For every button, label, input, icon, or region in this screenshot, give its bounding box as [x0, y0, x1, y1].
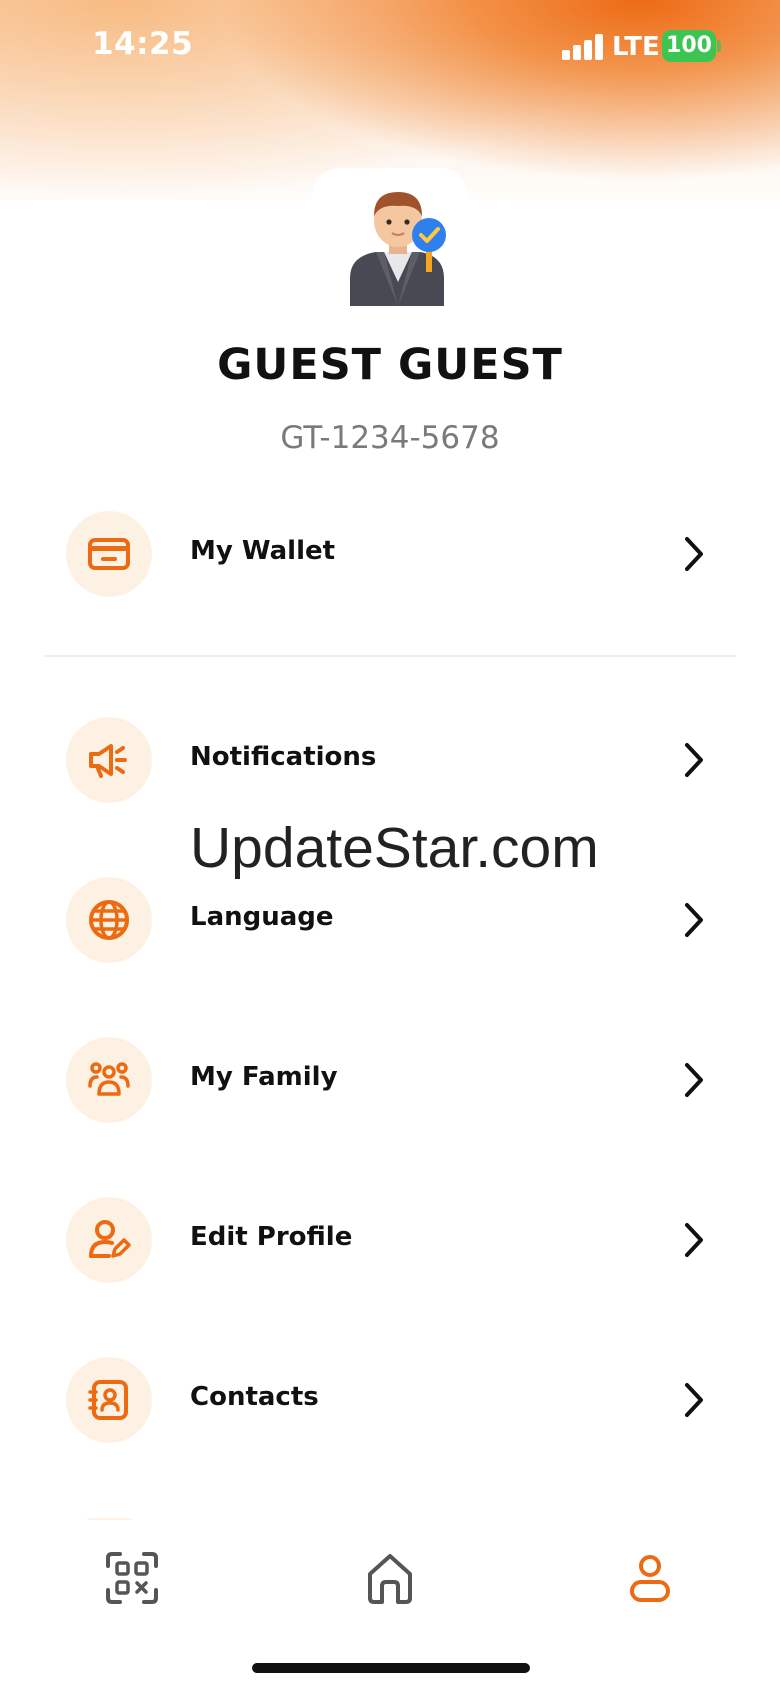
- chevron-right-icon: [685, 1383, 703, 1417]
- network-type: LTE: [612, 32, 660, 62]
- profile-icon[interactable]: [620, 1548, 680, 1608]
- menu-label: Notifications: [190, 742, 377, 772]
- status-time: 14:25: [92, 26, 194, 62]
- avatar: [350, 192, 446, 306]
- menu-label: Edit Profile: [190, 1222, 353, 1252]
- chevron-right-icon: [685, 1223, 703, 1257]
- profile-id: GT-1234-5678: [280, 420, 500, 456]
- menu-label: My Family: [190, 1062, 338, 1092]
- edit-profile-icon: [66, 1197, 152, 1283]
- menu-item-language[interactable]: Language: [0, 870, 780, 970]
- signal-icon: [562, 34, 604, 60]
- menu-item-edit-profile[interactable]: Edit Profile: [0, 1190, 780, 1290]
- home-icon[interactable]: [360, 1548, 420, 1608]
- menu-item-my-wallet[interactable]: My Wallet: [0, 504, 780, 604]
- wallet-icon: [66, 511, 152, 597]
- menu-label: Language: [190, 902, 334, 932]
- divider: [44, 655, 736, 657]
- chevron-right-icon: [685, 1063, 703, 1097]
- globe-icon: [66, 877, 152, 963]
- menu-label: Contacts: [190, 1382, 319, 1412]
- home-indicator: [252, 1663, 530, 1673]
- status-bar: 14:25 LTE 100: [0, 0, 780, 94]
- menu-item-my-family[interactable]: My Family: [0, 1030, 780, 1130]
- chevron-right-icon: [685, 903, 703, 937]
- profile-name: GUEST GUEST: [217, 340, 563, 390]
- menu-item-notifications[interactable]: Notifications: [0, 710, 780, 810]
- contacts-icon: [66, 1357, 152, 1443]
- battery-icon: 100: [662, 30, 716, 62]
- chevron-right-icon: [685, 537, 703, 571]
- menu-label: My Wallet: [190, 536, 336, 566]
- battery-tip: [717, 40, 721, 52]
- family-icon: [66, 1037, 152, 1123]
- megaphone-icon: [66, 717, 152, 803]
- menu-item-contacts[interactable]: Contacts: [0, 1350, 780, 1450]
- qr-scan-icon[interactable]: [102, 1548, 162, 1608]
- chevron-right-icon: [685, 743, 703, 777]
